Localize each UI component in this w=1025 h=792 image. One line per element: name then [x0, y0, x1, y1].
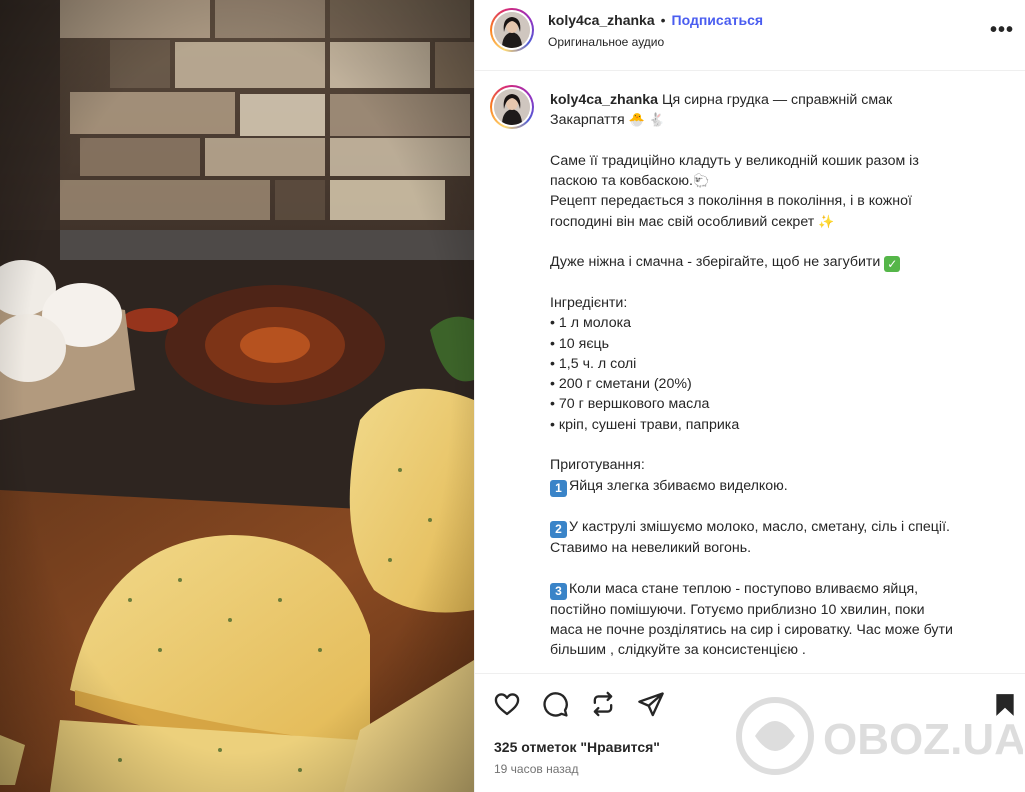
caption-line: koly4ca_zhanka Ця сирна грудка — справжн…: [550, 92, 893, 108]
ingredient-item: • 1 л молока: [550, 315, 632, 332]
audio-label[interactable]: Оригинальное аудио: [548, 35, 664, 49]
separator-dot: •: [660, 12, 666, 28]
sparkles-emoji: ✨: [818, 213, 835, 229]
caption-avatar[interactable]: [490, 85, 534, 129]
more-icon[interactable]: •••: [990, 20, 1014, 40]
caption-line: Саме її традиційно кладуть у великодній …: [550, 152, 919, 169]
cheese-photo: [0, 0, 474, 792]
method-heading: Приготування:: [550, 457, 645, 474]
caption-line: Дуже ніжна і смачна - зберігайте, щоб не…: [550, 252, 1010, 273]
caption-blank: [550, 497, 1010, 517]
caption-line: маса не почне розділятись на сир і сиров…: [550, 621, 953, 638]
oboz-watermark-logo: OBOZ.UA: [736, 697, 1023, 775]
share-icon[interactable]: [637, 690, 665, 718]
caption-blank: [550, 558, 1010, 578]
action-bar: [493, 690, 665, 718]
step-3: 3 Коли маса стане теплою - поступово влив…: [550, 579, 1010, 600]
check-mark-icon: ✓: [884, 256, 901, 273]
caption-blank: [550, 232, 1010, 252]
bookmark-icon[interactable]: [992, 692, 1018, 718]
keycap-3-icon: 3: [550, 582, 567, 600]
caption-text: koly4ca_zhanka Ця сирна грудка — справжн…: [550, 90, 1010, 660]
repost-icon[interactable]: [589, 690, 617, 718]
author-avatar[interactable]: [490, 8, 534, 52]
caption-line: постійно помішуючи. Готуємо приблизно 10…: [550, 601, 925, 618]
post-footer: OBOZ.UA 325 отметок "Нравится" 19 часов …: [475, 673, 1025, 792]
likes-count[interactable]: 325 отметок "Нравится": [494, 739, 660, 755]
chick-rabbit-emoji: 🐣 🐇: [628, 112, 665, 128]
watermark-text: OBOZ.UA: [823, 715, 1023, 764]
keycap-2-icon: 2: [550, 520, 567, 538]
post-photo[interactable]: [0, 0, 474, 792]
ingredient-item: • 70 г вершкового масла: [550, 396, 710, 413]
caption-blank: [550, 131, 1010, 151]
keycap-1-icon: 1: [550, 479, 567, 497]
caption-line: господині він має свій особливий секрет …: [550, 212, 1010, 232]
step-1: 1 Яйця злегка збиваємо виделкою.: [550, 476, 1010, 497]
caption-line: Ставимо на невеликий вогонь.: [550, 539, 752, 556]
post-details-pane: koly4ca_zhanka • Подписаться Оригинально…: [474, 0, 1025, 792]
caption-line: Закарпаття 🐣 🐇: [550, 110, 1010, 130]
post-timestamp[interactable]: 19 часов назад: [494, 762, 578, 776]
author-username[interactable]: koly4ca_zhanka: [548, 12, 655, 28]
avatar-photo: [494, 89, 530, 125]
ingredients-heading: Інгредієнти:: [550, 294, 628, 311]
caption-area: koly4ca_zhanka Ця сирна грудка — справжн…: [475, 71, 1025, 673]
post-header: koly4ca_zhanka • Подписаться Оригинально…: [475, 0, 1025, 71]
sheep-emoji: 🐑: [692, 173, 710, 189]
ingredient-item: • кріп, сушені трави, паприка: [550, 416, 740, 433]
heart-icon[interactable]: [493, 690, 521, 718]
step-2: 2У каструлі змішуємо молоко, масло, смет…: [550, 517, 1010, 538]
comment-icon[interactable]: [541, 690, 569, 718]
caption-username[interactable]: koly4ca_zhanka: [550, 92, 658, 108]
caption-line: більшим , слідкуйте за консистенцією .: [550, 642, 806, 659]
caption-blank: [550, 435, 1010, 455]
ingredient-item: • 1,5 ч. л солі: [550, 355, 637, 372]
follow-button[interactable]: Подписаться: [672, 12, 764, 28]
caption-line: Рецепт передається з покоління в поколін…: [550, 193, 912, 210]
caption-blank: [550, 273, 1010, 293]
caption-line: паскою та ковбаскою.🐑: [550, 171, 1010, 191]
ingredient-item: • 200 г сметани (20%): [550, 376, 692, 393]
avatar-photo: [494, 12, 530, 48]
ingredient-item: • 10 яєць: [550, 335, 610, 352]
